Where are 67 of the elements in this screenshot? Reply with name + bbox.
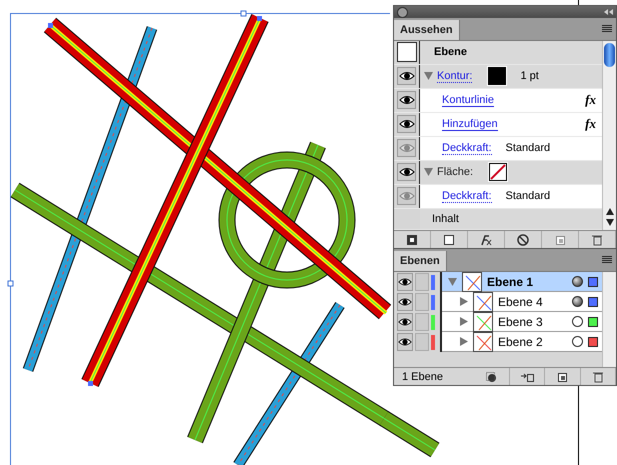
attribute-label: Fläche: [437, 166, 474, 178]
target-icon[interactable] [572, 276, 583, 287]
close-icon[interactable] [397, 6, 408, 18]
selection-square [588, 336, 598, 346]
layer-row[interactable]: Ebene 1 [442, 272, 602, 292]
collapse-triangle-icon[interactable] [424, 72, 433, 80]
fx-label: fx [585, 92, 596, 108]
eye-icon[interactable] [397, 313, 413, 331]
layer-name: Ebene 3 [498, 314, 544, 328]
road-drawing [380, 411, 440, 458]
eye-icon[interactable] [397, 91, 416, 110]
target-icon[interactable] [572, 296, 583, 307]
layer-row[interactable]: Ebene 3 [442, 312, 602, 332]
collapse-icon[interactable] [604, 9, 613, 15]
layer-row[interactable]: Ebene 2 [442, 332, 602, 352]
target-icon[interactable] [572, 316, 583, 327]
lock-toggle[interactable] [415, 333, 429, 351]
fx-label: fx [585, 116, 596, 132]
content-label: Inhalt [432, 212, 459, 225]
menu-icon[interactable] [602, 25, 612, 33]
layer-name: Ebene 1 [487, 274, 534, 288]
eye-icon[interactable] [397, 293, 413, 311]
scrollbar[interactable] [602, 41, 616, 230]
attribute-value: Standard [506, 190, 550, 202]
attribute-link[interactable]: Deckkraft: [442, 142, 492, 155]
layer-count: 1 Ebene [401, 370, 444, 382]
selection-square [588, 276, 598, 286]
expand-triangle-icon[interactable] [460, 297, 468, 306]
expand-triangle-icon[interactable] [460, 317, 468, 326]
lock-toggle[interactable] [415, 273, 429, 291]
collapse-triangle-icon[interactable] [424, 168, 433, 176]
layer-name: Ebene 4 [498, 294, 544, 308]
attribute-link[interactable]: Deckkraft: [442, 190, 492, 203]
menu-icon[interactable] [602, 256, 612, 264]
scroll-thumb[interactable] [604, 43, 615, 67]
eye-icon[interactable] [397, 115, 416, 134]
layer-thumbnail [473, 292, 493, 312]
layer-thumbnail [462, 272, 482, 292]
eye-icon[interactable] [397, 163, 416, 182]
panel-tab[interactable]: Ebenen [394, 251, 447, 271]
swatch[interactable] [396, 42, 416, 62]
scroll-up-icon[interactable] [606, 208, 614, 215]
attribute-link[interactable]: Kontur: [437, 70, 472, 83]
eye-icon[interactable] [397, 273, 413, 291]
panel-tab[interactable]: Aussehen [394, 20, 460, 40]
lock-toggle[interactable] [415, 293, 429, 311]
collapse-triangle-icon[interactable] [448, 278, 457, 286]
layer-thumbnail [473, 312, 493, 332]
eye-icon[interactable] [397, 333, 413, 351]
scroll-down-icon[interactable] [606, 219, 614, 226]
selection-square [588, 296, 598, 306]
attribute-link[interactable]: Hinzufügen [442, 118, 498, 131]
selection-square [588, 316, 598, 326]
expand-triangle-icon[interactable] [460, 337, 468, 346]
no-fill-swatch[interactable] [489, 163, 508, 182]
layer-label: Ebene [434, 46, 468, 58]
layer-name: Ebene 2 [498, 334, 544, 348]
attribute-value: Standard [506, 142, 550, 154]
lock-toggle[interactable] [415, 313, 429, 331]
eye-icon[interactable] [397, 67, 416, 86]
layer-row[interactable]: Ebene 4 [442, 292, 602, 312]
target-icon[interactable] [572, 336, 583, 347]
stroke-swatch[interactable] [488, 67, 506, 86]
layer-thumbnail [473, 332, 493, 352]
scrollbar[interactable] [602, 272, 616, 367]
attribute-link[interactable]: Konturlinie [442, 94, 494, 107]
attribute-value: 1 pt [520, 70, 539, 82]
